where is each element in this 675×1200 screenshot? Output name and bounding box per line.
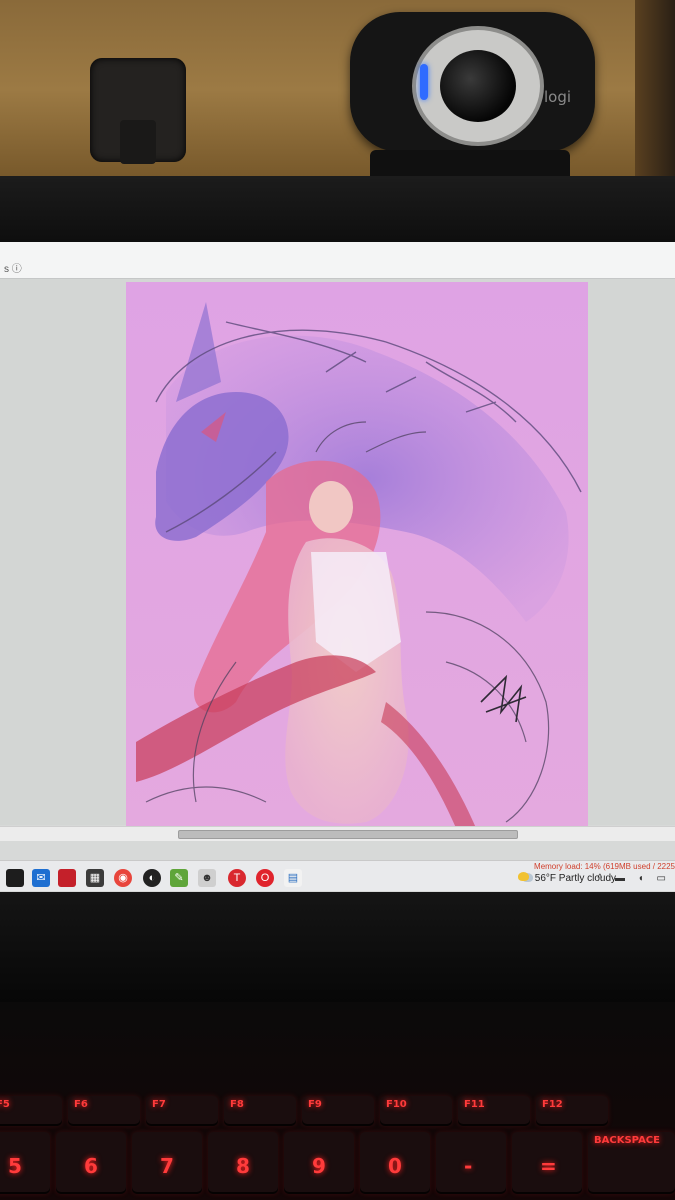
system-tray[interactable]: ^ ▬ ◖ ▭ xyxy=(597,873,671,884)
backlit-keyboard: F5 F6 F7 F8 F9 F10 F11 F12 5 6 7 8 9 0 -… xyxy=(0,1002,675,1200)
key-f6[interactable]: F6 xyxy=(68,1096,140,1126)
scrollbar-thumb[interactable] xyxy=(178,830,518,839)
document-icon[interactable]: ▤ xyxy=(284,869,302,887)
key-7[interactable]: 7 xyxy=(132,1132,202,1194)
figure-face xyxy=(309,481,353,533)
laptop-screen: s ⓘ ✉ ▦ ◉ ◐ ✎ ☻ T O ▤ 56°F Partly cloudy… xyxy=(0,242,675,892)
calculator-icon[interactable]: ▦ xyxy=(86,869,104,887)
mail-icon[interactable]: ✉ xyxy=(32,869,50,887)
paint-tool-icon[interactable]: ✎ xyxy=(170,869,188,887)
wall-shadow xyxy=(635,0,675,200)
memory-load-status: Memory load: 14% (619MB used / 2225 xyxy=(534,862,675,871)
laptop-bezel-bottom xyxy=(0,892,675,1002)
red-t-icon[interactable]: T xyxy=(228,869,246,887)
webcam: logi xyxy=(350,12,595,152)
webcam-brand: logi xyxy=(544,88,572,106)
key-f8[interactable]: F8 xyxy=(224,1096,296,1126)
key-f9[interactable]: F9 xyxy=(302,1096,374,1126)
key-6[interactable]: 6 xyxy=(56,1132,126,1194)
key-backspace[interactable]: BACKSPACE xyxy=(588,1132,675,1194)
app-titlebar: s ⓘ xyxy=(0,242,675,279)
webcam-lens-ring xyxy=(412,26,544,146)
webcam-led xyxy=(420,64,428,100)
key-f12[interactable]: F12 xyxy=(536,1096,608,1126)
obs-icon[interactable]: ◐ xyxy=(143,869,161,887)
partly-cloudy-icon xyxy=(518,872,529,881)
drawing-canvas-area[interactable] xyxy=(0,279,675,828)
key-f11[interactable]: F11 xyxy=(458,1096,530,1126)
key-f10[interactable]: F10 xyxy=(380,1096,452,1126)
file-app-icon[interactable] xyxy=(6,869,24,887)
weather-temperature: 56°F xyxy=(534,873,557,884)
art-app-icon[interactable]: ☻ xyxy=(198,869,216,887)
artwork-canvas[interactable] xyxy=(126,282,588,828)
key-8[interactable]: 8 xyxy=(208,1132,278,1194)
key-f7[interactable]: F7 xyxy=(146,1096,218,1126)
key-f5[interactable]: F5 xyxy=(0,1096,62,1126)
key-9[interactable]: 9 xyxy=(284,1132,354,1194)
key-0[interactable]: 0 xyxy=(360,1132,430,1194)
red-app-icon[interactable] xyxy=(58,869,76,887)
laptop-bezel-top xyxy=(0,176,675,242)
power-adapter xyxy=(90,58,186,164)
key-minus[interactable]: - xyxy=(436,1132,506,1194)
webcam-lens xyxy=(440,50,516,122)
chrome-icon[interactable]: ◉ xyxy=(114,869,132,887)
titlebar-icon[interactable]: s ⓘ xyxy=(4,260,22,275)
horizontal-scrollbar[interactable] xyxy=(0,826,675,841)
key-equals[interactable]: = xyxy=(512,1132,582,1194)
key-5[interactable]: 5 xyxy=(0,1132,50,1194)
opera-icon[interactable]: O xyxy=(256,869,274,887)
